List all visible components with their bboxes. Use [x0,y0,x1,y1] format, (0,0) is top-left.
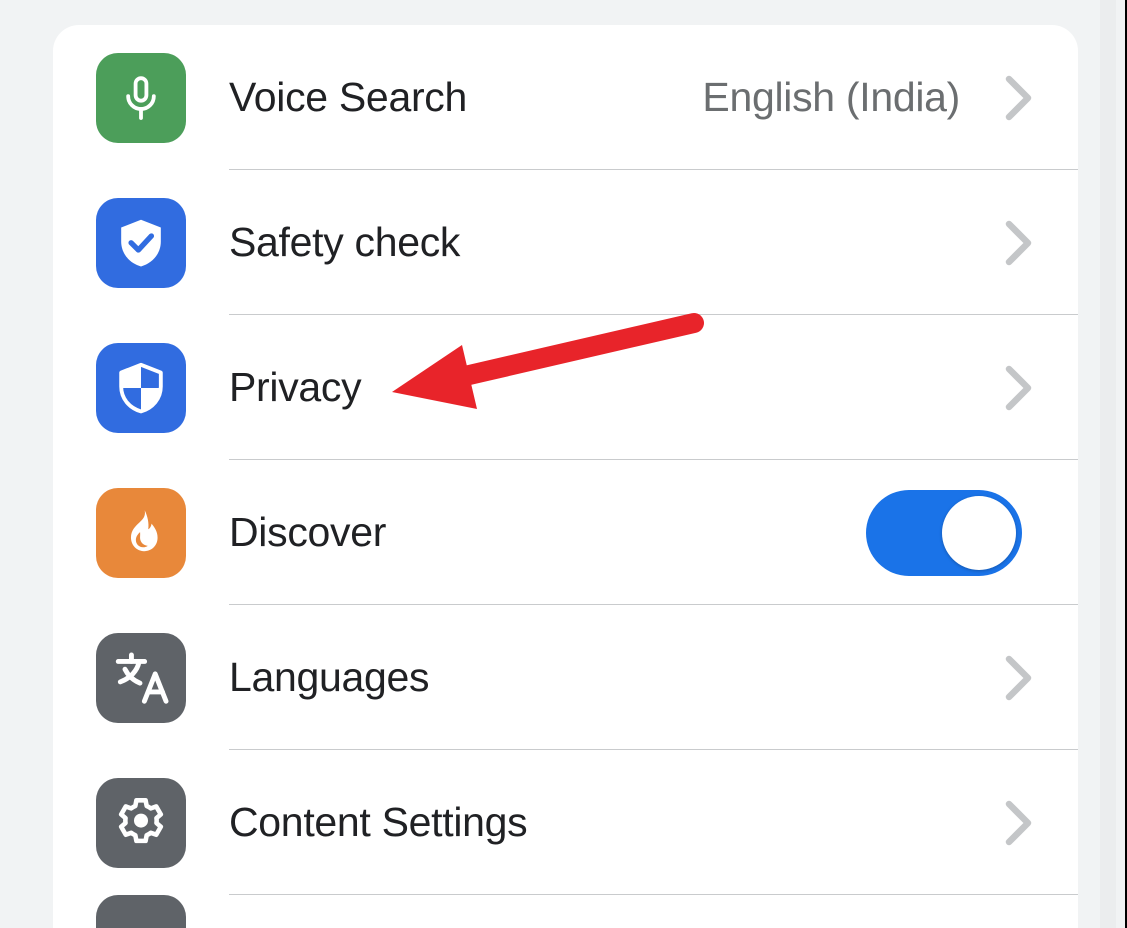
settings-row-privacy[interactable]: Privacy [53,315,1078,460]
chevron-right-icon[interactable] [996,798,1042,848]
settings-row-languages[interactable]: Languages [53,605,1078,750]
icon-slot [53,52,229,143]
icon-slot [53,777,229,868]
icon-slot [53,487,229,578]
settings-row-content-settings[interactable]: Content Settings [53,750,1078,895]
discover-toggle[interactable] [866,489,1022,576]
settings-row-discover[interactable]: Discover [53,460,1078,605]
flame-icon [96,487,186,578]
settings-row-label: Content Settings [229,799,528,845]
scrollbar-track[interactable] [1100,0,1116,928]
settings-row-safety-check[interactable]: Safety check [53,170,1078,315]
screen-viewport: Voice Search English (India) Safety chec… [0,0,1127,928]
settings-list: Voice Search English (India) Safety chec… [53,25,1078,928]
settings-row-partial[interactable] [53,895,1078,928]
icon-slot [53,342,229,433]
shield-privacy-icon [96,342,186,433]
scrollbar-outer-track [1116,0,1125,928]
icon-slot [53,197,229,288]
settings-row-label: Privacy [229,364,362,410]
settings-row-label: Safety check [229,219,461,265]
toggle-knob [942,495,1016,570]
partial-icon [96,895,186,928]
settings-card: Voice Search English (India) Safety chec… [53,25,1078,928]
settings-row-label: Languages [229,654,430,700]
shield-check-icon [96,197,186,288]
gear-icon [96,777,186,868]
icon-slot [53,632,229,723]
chevron-right-icon[interactable] [996,653,1042,703]
chevron-right-icon[interactable] [996,73,1042,123]
settings-row-value: English (India) [702,74,960,120]
settings-row-label: Discover [229,509,387,555]
settings-row-label: Voice Search [229,74,467,120]
chevron-right-icon[interactable] [996,218,1042,268]
microphone-icon [96,52,186,143]
translate-icon [96,632,186,723]
chevron-right-icon[interactable] [996,363,1042,413]
settings-row-voice-search[interactable]: Voice Search English (India) [53,25,1078,170]
